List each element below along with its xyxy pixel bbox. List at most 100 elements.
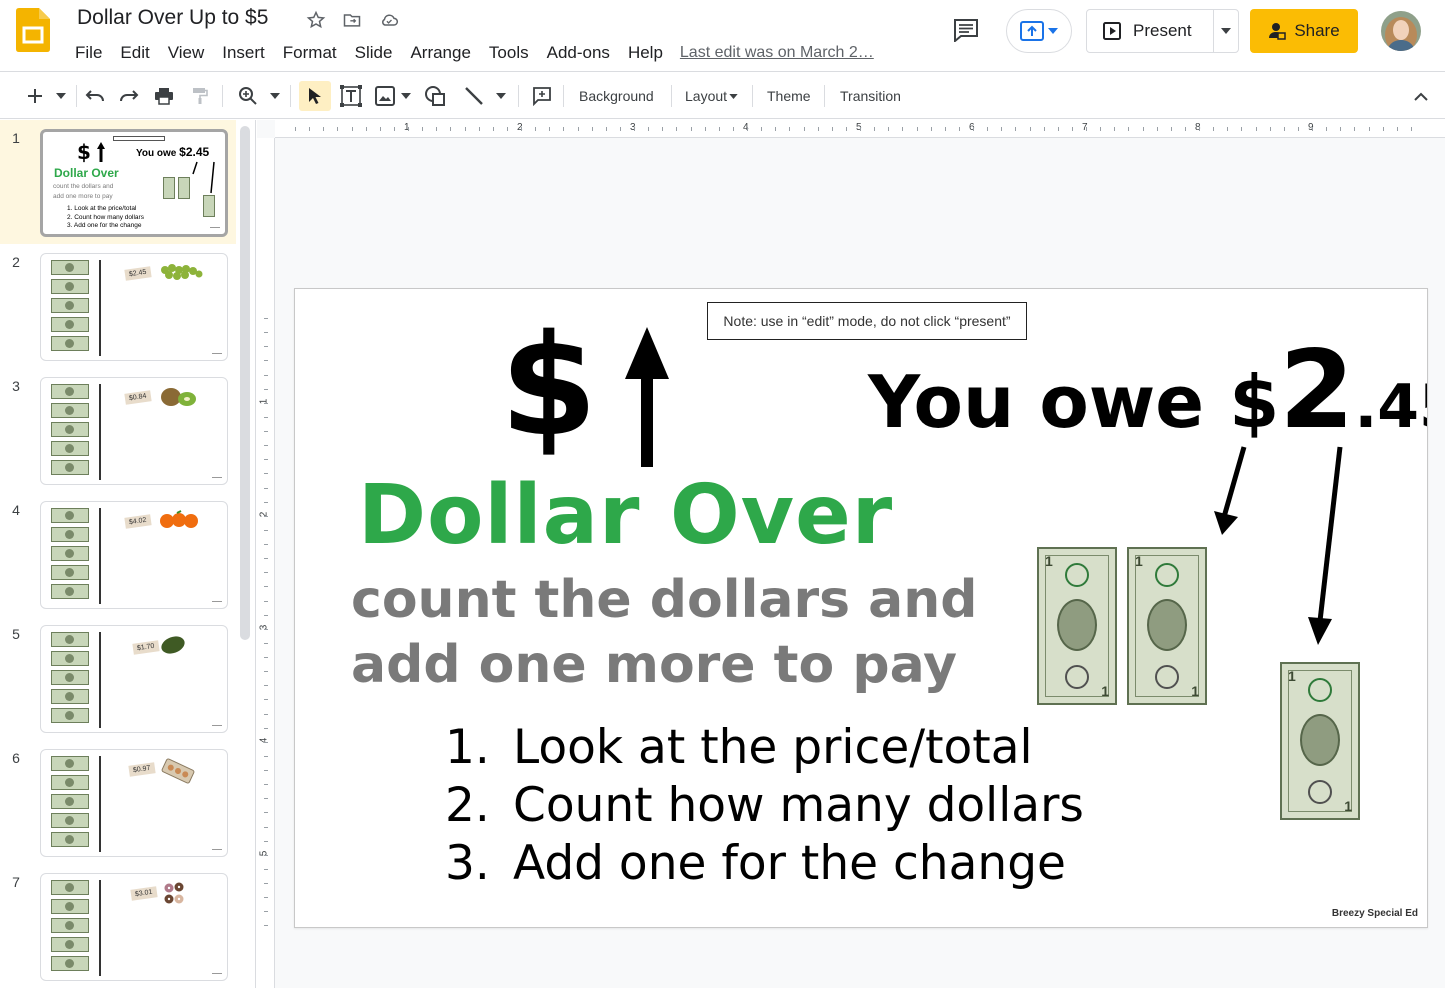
text-box-icon[interactable]	[337, 81, 365, 111]
slides-logo-icon[interactable]	[16, 8, 50, 52]
avatar[interactable]	[1381, 11, 1421, 51]
layout-button[interactable]: Layout	[677, 81, 738, 111]
new-slide-dropdown[interactable]	[52, 81, 70, 111]
chevron-down-icon	[496, 93, 506, 99]
print-icon[interactable]	[150, 81, 178, 111]
ruler-tick	[732, 127, 734, 131]
select-tool-icon[interactable]	[299, 81, 331, 111]
you-owe-heading[interactable]: You owe $2.45	[868, 337, 1427, 445]
ruler-tick	[662, 127, 664, 131]
ruler-tick	[264, 911, 268, 913]
slide-thumbnail[interactable]: $4.02	[40, 501, 228, 609]
ruler-tick	[264, 515, 268, 517]
thumb-credit	[212, 849, 222, 850]
slides-app: Dollar Over Up to $5 File Edit View Inse…	[0, 0, 1445, 988]
ruler-tick	[1269, 127, 1271, 131]
chevron-down-icon	[1048, 28, 1058, 34]
transition-button[interactable]: Transition	[832, 81, 909, 111]
line-tool-icon[interactable]	[460, 81, 488, 111]
thumb-credit	[212, 353, 222, 354]
filmstrip-scrollbar[interactable]	[240, 126, 250, 640]
up-arrow-icon[interactable]	[625, 327, 669, 467]
share-button[interactable]: Share	[1250, 9, 1358, 53]
slide-thumbnail[interactable]: $3.01	[40, 873, 228, 981]
thumb-title: Dollar Over	[54, 166, 119, 180]
zoom-dropdown[interactable]	[266, 81, 284, 111]
menu-view[interactable]: View	[159, 43, 214, 63]
insert-image-dropdown[interactable]	[398, 81, 414, 111]
ruler-tick	[591, 127, 593, 131]
thumb-bills	[51, 880, 89, 971]
menu-tools[interactable]: Tools	[480, 43, 538, 63]
last-edit-link[interactable]: Last edit was on March 2…	[680, 44, 874, 62]
shape-icon[interactable]	[421, 81, 449, 111]
zoom-icon[interactable]	[234, 81, 262, 111]
filmstrip-slide[interactable]: 5 $1.70	[0, 616, 236, 740]
menu-insert[interactable]: Insert	[213, 43, 274, 63]
ruler-tick	[365, 127, 367, 131]
toolbar-divider	[563, 85, 564, 107]
move-to-folder-icon[interactable]	[340, 8, 364, 32]
vertical-ruler[interactable]: 1 2 3 4 5	[257, 138, 275, 988]
present-to-meeting-button[interactable]	[1006, 9, 1072, 53]
slide-thumbnail[interactable]: $ You owe $2.45 Dollar Over count the do…	[40, 129, 228, 237]
collapse-toolbar-icon[interactable]	[1408, 81, 1434, 111]
thumb-divider	[99, 508, 101, 604]
filmstrip-slide[interactable]: 6 $0.97	[0, 740, 236, 864]
filmstrip-slide[interactable]: 2 $2.45	[0, 244, 236, 368]
dollar-bill-image[interactable]: 11	[1280, 662, 1360, 820]
step-number: 3.	[445, 836, 490, 891]
menu-file[interactable]: File	[66, 43, 111, 63]
menu-slide[interactable]: Slide	[346, 43, 402, 63]
slide-thumbnail[interactable]: $0.97	[40, 749, 228, 857]
dollar-bill-image[interactable]: 11	[1127, 547, 1207, 705]
filmstrip-slide[interactable]: 1 $ You owe $2.45 Dollar Over count the …	[0, 120, 236, 244]
arrow-to-extra-dollar-icon[interactable]	[1300, 445, 1346, 647]
slide-subtitle-line[interactable]: count the dollars and	[351, 574, 978, 626]
background-button[interactable]: Background	[571, 81, 662, 111]
thumb-divider	[99, 756, 101, 852]
arrow-to-dollars-icon[interactable]	[1210, 445, 1250, 539]
steps-list[interactable]: 1. Look at the price/total 2. Count how …	[445, 719, 1084, 893]
document-title[interactable]: Dollar Over Up to $5	[77, 6, 268, 30]
slide-subtitle-line[interactable]: add one more to pay	[351, 639, 957, 691]
slide-thumbnail[interactable]: $1.70	[40, 625, 228, 733]
redo-icon[interactable]	[116, 81, 142, 111]
ruler-tick	[789, 127, 791, 131]
step-text: Count how many dollars	[513, 778, 1084, 833]
new-slide-button[interactable]	[22, 81, 48, 111]
theme-button[interactable]: Theme	[759, 81, 819, 111]
slide-thumbnail[interactable]: $0.84	[40, 377, 228, 485]
dollar-bill-image[interactable]: 11	[1037, 547, 1117, 705]
filmstrip-slide[interactable]: 3 $0.84	[0, 368, 236, 492]
comments-icon[interactable]	[950, 14, 982, 46]
present-label: Present	[1133, 21, 1192, 40]
ruler-tick	[264, 812, 268, 814]
toolbar-divider	[76, 85, 77, 107]
add-comment-icon[interactable]	[528, 81, 556, 111]
star-icon[interactable]	[304, 8, 328, 32]
dollar-sign-text[interactable]: $	[500, 317, 597, 457]
insert-image-icon[interactable]	[372, 81, 398, 111]
ruler-tick	[1156, 127, 1158, 131]
filmstrip-slide[interactable]: 7 $3.01	[0, 864, 236, 988]
undo-icon[interactable]	[82, 81, 108, 111]
ruler-tick	[1368, 127, 1370, 131]
line-tool-dropdown[interactable]	[492, 81, 510, 111]
filmstrip-slide[interactable]: 4 $4.02	[0, 492, 236, 616]
cloud-status-icon[interactable]	[377, 8, 401, 32]
note-text-box[interactable]: Note: use in “edit” mode, do not click “…	[707, 302, 1027, 340]
slide-canvas[interactable]: Note: use in “edit” mode, do not click “…	[294, 288, 1428, 928]
ruler-tick	[264, 657, 268, 658]
menu-format[interactable]: Format	[274, 43, 346, 63]
menu-add-ons[interactable]: Add-ons	[538, 43, 619, 63]
menu-help[interactable]: Help	[619, 43, 672, 63]
paint-format-icon[interactable]	[186, 81, 214, 111]
horizontal-ruler[interactable]: 1 2 3 4 5 6 7 8 9	[275, 120, 1445, 138]
present-options-dropdown[interactable]	[1214, 10, 1238, 52]
present-button[interactable]: Present	[1087, 10, 1214, 52]
menu-arrange[interactable]: Arrange	[401, 43, 479, 63]
slide-thumbnail[interactable]: $2.45	[40, 253, 228, 361]
menu-edit[interactable]: Edit	[111, 43, 158, 63]
slide-title[interactable]: Dollar Over	[358, 475, 893, 557]
